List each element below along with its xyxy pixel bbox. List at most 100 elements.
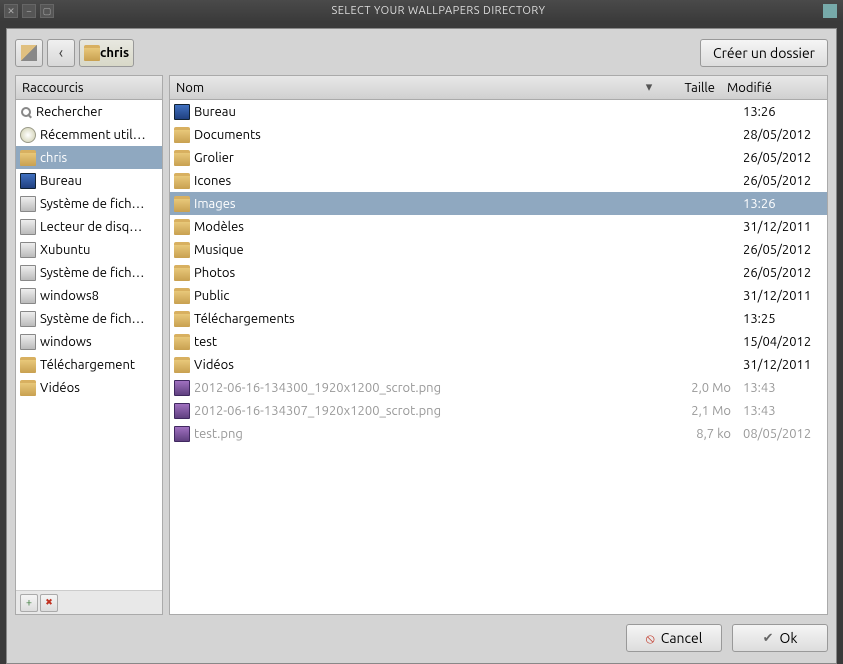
maximize-window-button[interactable]: ▢ [40,4,54,18]
folder-icon [20,380,36,396]
window-title: SELECT YOUR WALLPAPERS DIRECTORY [54,5,823,17]
folder-icon [174,219,190,235]
file-modified: 31/12/2011 [737,220,827,234]
file-list: Bureau13:26Documents28/05/2012Grolier26/… [170,100,827,614]
cancel-button[interactable]: ⦸ Cancel [626,624,722,652]
desktop-icon [20,173,36,189]
drive-icon [20,334,36,350]
search-icon [21,107,31,117]
sidebar-item[interactable]: Rechercher [16,100,162,123]
sidebar-item[interactable]: Vidéos [16,376,162,399]
file-name: Modèles [194,220,244,234]
folder-icon [174,127,190,143]
sidebar-item-label: Récemment util… [40,128,146,142]
file-modified: 08/05/2012 [737,427,827,441]
file-modified: 26/05/2012 [737,243,827,257]
column-size-header[interactable]: Taille [659,81,721,95]
file-row[interactable]: Icones 26/05/2012 [170,169,827,192]
folder-icon [174,150,190,166]
file-size: 8,7 ko [675,427,737,441]
file-row[interactable]: Bureau13:26 [170,100,827,123]
sidebar-item-label: Bureau [40,174,82,188]
sidebar-item-label: Lecteur de disq… [40,220,142,234]
file-modified: 26/05/2012 [737,174,827,188]
image-icon [174,403,190,419]
file-row[interactable]: test15/04/2012 [170,330,827,353]
sidebar-item[interactable]: Xubuntu [16,238,162,261]
file-row[interactable]: 2012-06-16-134307_1920x1200_scrot.png2,1… [170,399,827,422]
sort-indicator-icon[interactable]: ▾ [639,80,659,95]
file-row[interactable]: Grolier26/05/2012 [170,146,827,169]
folder-icon [174,311,190,327]
file-name: Photos [194,266,235,280]
check-icon: ✔ [763,631,774,646]
file-name: Téléchargements [194,312,295,326]
ok-label: Ok [779,630,797,646]
folder-icon [174,173,190,189]
file-name: test.png [194,427,243,441]
path-segment-button[interactable]: chris [79,39,134,67]
image-icon [174,426,190,442]
file-modified: 13:26 [737,197,827,211]
sidebar-item[interactable]: windows8 [16,284,162,307]
file-modified: 13:43 [737,404,827,418]
folder-icon [20,357,36,373]
sidebar-item-label: Système de fich… [40,266,144,280]
edit-path-button[interactable] [15,39,43,67]
window-controls: ✕ – ▢ [0,4,54,18]
file-modified: 31/12/2011 [737,358,827,372]
file-row[interactable]: Vidéos 31/12/2011 [170,353,827,376]
sidebar-item[interactable]: Téléchargement [16,353,162,376]
sidebar-item[interactable]: Bureau [16,169,162,192]
sidebar-item-label: windows8 [40,289,99,303]
file-row[interactable]: Téléchargements13:25 [170,307,827,330]
file-modified: 31/12/2011 [737,289,827,303]
minimize-window-button[interactable]: – [22,4,36,18]
drive-icon [20,265,36,281]
file-row[interactable]: Photos 26/05/2012 [170,261,827,284]
back-button[interactable] [47,39,75,67]
file-modified: 26/05/2012 [737,266,827,280]
file-row[interactable]: Documents28/05/2012 [170,123,827,146]
file-name: 2012-06-16-134300_1920x1200_scrot.png [194,381,441,395]
plus-icon: + [26,597,32,609]
sidebar-item-label: Système de fich… [40,197,144,211]
file-row[interactable]: Public31/12/2011 [170,284,827,307]
sidebar-item[interactable]: Récemment util… [16,123,162,146]
folder-icon [174,288,190,304]
sidebar-footer: + ✖ [16,590,162,614]
sidebar-header[interactable]: Raccourcis [16,76,162,100]
folder-icon [174,242,190,258]
create-folder-button[interactable]: Créer un dossier [700,39,828,67]
sidebar-item[interactable]: chris [16,146,162,169]
sidebar-item[interactable]: Lecteur de disq… [16,215,162,238]
file-name: Vidéos [194,358,234,372]
file-modified: 13:26 [737,105,827,119]
remove-bookmark-button[interactable]: ✖ [40,594,58,612]
sidebar-item[interactable]: windows [16,330,162,353]
add-bookmark-button[interactable]: + [20,594,38,612]
drive-icon [20,242,36,258]
file-name: Icones [194,174,231,188]
folder-icon [174,357,190,373]
path-segment-label: chris [100,46,129,60]
sidebar-item-label: Rechercher [36,105,102,119]
file-row[interactable]: Images13:26 [170,192,827,215]
sidebar-item[interactable]: Système de fich… [16,192,162,215]
file-row[interactable]: 2012-06-16-134300_1920x1200_scrot.png2,0… [170,376,827,399]
file-row[interactable]: Musique26/05/2012 [170,238,827,261]
column-name-header[interactable]: Nom [170,81,639,95]
sidebar: Raccourcis Rechercher Récemment util… chri… [15,75,163,615]
ok-button[interactable]: ✔ Ok [732,624,828,652]
sidebar-item-label: Système de fich… [40,312,144,326]
folder-icon [174,196,190,212]
sidebar-item[interactable]: Système de fich… [16,307,162,330]
file-name: Grolier [194,151,234,165]
cancel-label: Cancel [661,630,703,646]
file-row[interactable]: Modèles 31/12/2011 [170,215,827,238]
file-size: 2,1 Mo [675,404,737,418]
close-window-button[interactable]: ✕ [4,4,18,18]
sidebar-item[interactable]: Système de fich… [16,261,162,284]
column-modified-header[interactable]: Modifié [721,81,811,95]
file-row[interactable]: test.png 8,7 ko08/05/2012 [170,422,827,445]
